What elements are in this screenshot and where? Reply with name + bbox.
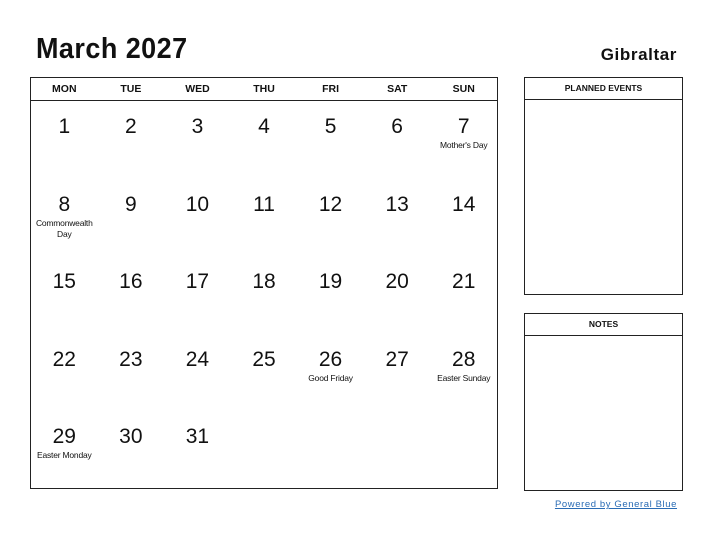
day-cell <box>430 411 497 489</box>
day-cell: 11 <box>231 179 298 257</box>
day-cell: 15 <box>31 256 98 334</box>
notes-panel: NOTES <box>524 313 683 491</box>
day-cell: 13 <box>364 179 431 257</box>
day-cell: 7 Mother's Day <box>430 101 497 179</box>
powered-by-link[interactable]: Powered by General Blue <box>555 499 677 510</box>
day-number: 1 <box>58 115 71 138</box>
day-cell: 26 Good Friday <box>297 334 364 412</box>
day-number: 19 <box>318 270 343 293</box>
day-number: 31 <box>185 425 210 448</box>
day-number: 29 <box>52 425 76 448</box>
day-cell: 31 <box>164 411 231 489</box>
day-cell <box>364 411 431 489</box>
weekday-thu: THU <box>253 83 275 95</box>
weekday-fri: FRI <box>322 83 340 95</box>
day-cell: 1 <box>31 101 98 179</box>
day-cell: 12 <box>297 179 364 257</box>
weekday-header-row: MON TUE WED THU FRI SAT SUN <box>31 78 497 101</box>
day-number: 6 <box>391 115 403 138</box>
day-cell: 28 Easter Sunday <box>430 334 497 412</box>
planned-events-panel: PLANNED EVENTS <box>524 77 683 295</box>
day-number: 2 <box>125 115 137 138</box>
day-cell: 24 <box>164 334 231 412</box>
day-cell <box>231 411 298 489</box>
day-cell: 21 <box>430 256 497 334</box>
day-number: 15 <box>52 270 76 293</box>
holiday-label: Easter Sunday <box>437 372 491 383</box>
day-number: 28 <box>452 347 476 371</box>
weekday-wed: WED <box>185 83 210 95</box>
day-cell: 20 <box>364 256 431 334</box>
day-number: 16 <box>119 270 143 293</box>
day-number: 22 <box>52 347 76 371</box>
day-cell: 9 <box>98 179 165 257</box>
day-cell: 17 <box>164 256 231 334</box>
holiday-label: Easter Monday <box>36 450 92 460</box>
day-number: 18 <box>252 270 276 293</box>
day-cell: 23 <box>98 334 165 412</box>
day-number: 4 <box>258 115 270 138</box>
day-number: 27 <box>385 347 409 371</box>
day-cell: 6 <box>364 101 431 179</box>
holiday-label: Commonwealth Day <box>35 217 93 239</box>
day-number: 30 <box>119 425 143 448</box>
day-number: 9 <box>125 192 137 216</box>
day-number: 13 <box>385 192 409 216</box>
day-cell: 10 <box>164 179 231 257</box>
day-cell: 3 <box>164 101 231 179</box>
day-number: 23 <box>119 347 143 371</box>
day-cell: 8 Commonwealth Day <box>31 179 98 257</box>
region-label: Gibraltar <box>600 45 677 64</box>
page-title: March 2027 <box>36 33 188 65</box>
day-number: 21 <box>452 270 476 293</box>
day-number: 3 <box>191 115 204 138</box>
calendar-grid: MON TUE WED THU FRI SAT SUN 1 2 3 4 5 6 7 Mothe… <box>30 77 498 489</box>
day-number: 26 <box>318 347 343 371</box>
day-number: 17 <box>185 270 210 293</box>
notes-heading: NOTES <box>525 314 682 336</box>
day-cell: 22 <box>31 334 98 412</box>
day-cell: 25 <box>231 334 298 412</box>
day-cell: 18 <box>231 256 298 334</box>
weekday-sat: SAT <box>387 83 408 95</box>
weekday-sun: SUN <box>452 83 475 95</box>
day-cell: 16 <box>98 256 165 334</box>
planned-events-heading: PLANNED EVENTS <box>525 78 682 100</box>
day-number: 8 <box>58 192 71 216</box>
weekday-mon: MON <box>52 83 77 95</box>
day-cell: 27 <box>364 334 431 412</box>
day-cell: 5 <box>297 101 364 179</box>
day-number: 11 <box>253 192 275 216</box>
holiday-label: Good Friday <box>308 372 353 383</box>
day-cell: 14 <box>430 179 497 257</box>
day-number: 24 <box>185 347 210 371</box>
holiday-label: Mother's Day <box>440 140 488 150</box>
day-cell: 30 <box>98 411 165 489</box>
weekday-tue: TUE <box>120 83 142 95</box>
day-cells: 1 2 3 4 5 6 7 Mother's Day 8 Commonwealth Day 9 10 1… <box>31 101 497 489</box>
day-number: 20 <box>385 270 409 293</box>
day-cell: 19 <box>297 256 364 334</box>
day-cell: 29 Easter Monday <box>31 411 98 489</box>
day-number: 14 <box>452 192 476 216</box>
day-cell: 4 <box>231 101 298 179</box>
day-number: 5 <box>324 115 337 138</box>
day-number: 25 <box>252 347 276 371</box>
day-number: 7 <box>457 115 470 138</box>
day-cell: 2 <box>98 101 165 179</box>
day-number: 10 <box>185 192 210 216</box>
day-cell <box>297 411 364 489</box>
day-number: 12 <box>318 192 343 216</box>
